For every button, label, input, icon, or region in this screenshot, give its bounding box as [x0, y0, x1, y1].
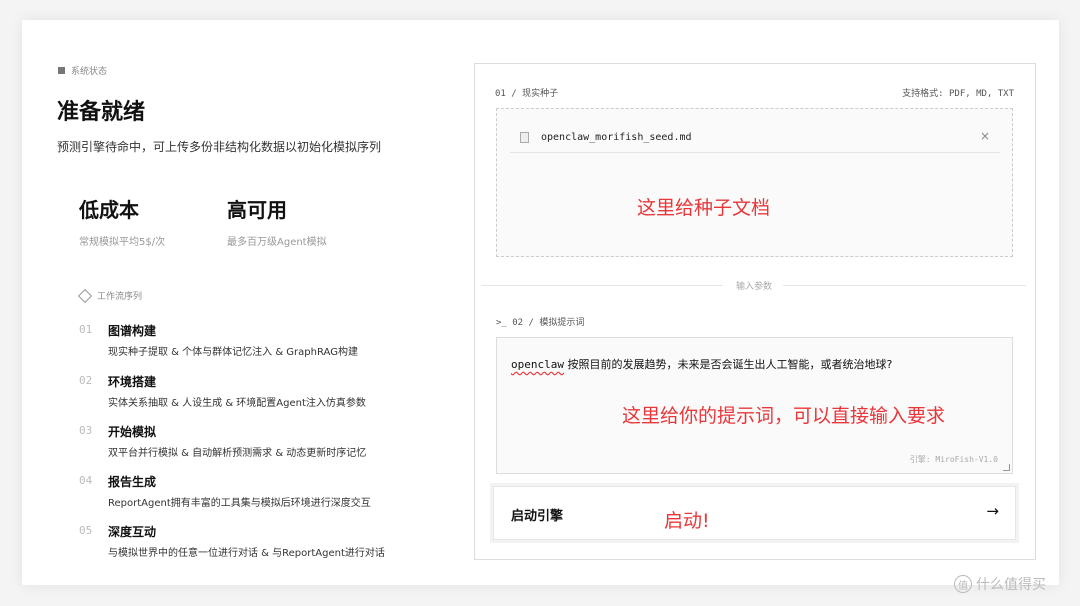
square-icon: [58, 67, 65, 74]
prompt-keyword: openclaw: [511, 358, 564, 371]
step-desc: 现实种子提取 & 个体与群体记忆注入 & GraphRAG构建: [108, 347, 358, 358]
feature-sub: 最多百万级Agent模拟: [227, 237, 327, 248]
step-title: 报告生成: [108, 475, 157, 489]
prompt-annotation: 这里给你的提示词，可以直接输入要求: [622, 405, 946, 427]
step-number: 05: [79, 524, 93, 537]
seed-section-label: 01 / 现实种子: [495, 89, 559, 99]
step-title: 图谱构建: [108, 324, 157, 338]
start-engine-button[interactable]: 启动引擎 →: [493, 486, 1016, 540]
step-title: 开始模拟: [108, 425, 157, 439]
page-title: 准备就绪: [57, 100, 146, 125]
step-number: 01: [79, 323, 93, 336]
input-params-divider: 输入参数: [736, 282, 773, 292]
start-engine-label: 启动引擎: [511, 509, 564, 524]
feature-sub: 常规模拟平均5$/次: [79, 237, 166, 248]
step-title: 深度互动: [108, 525, 157, 539]
step-number: 03: [79, 424, 93, 437]
resize-handle-icon[interactable]: [1003, 464, 1010, 471]
diamond-icon: [77, 288, 93, 303]
uploaded-file-row: openclaw_morifish_seed.md ×: [510, 122, 1000, 153]
system-status-label: 系统状态: [58, 64, 107, 77]
feature-high-availability: 高可用 最多百万级Agent模拟: [227, 194, 327, 248]
step-number: 04: [79, 474, 93, 487]
remove-file-icon[interactable]: ×: [980, 129, 990, 143]
step-title: 环境搭建: [108, 375, 157, 389]
supported-formats: 支持格式: PDF, MD, TXT: [902, 89, 1014, 99]
prompt-text: 按照目前的发展趋势，未来是否会诞生出人工智能，或者统治地球?: [563, 358, 893, 371]
step-desc: 实体关系抽取 & 人设生成 & 环境配置Agent注入仿真参数: [108, 398, 366, 409]
divider-left: [481, 285, 723, 286]
workflow-label: 工作流序列: [77, 288, 142, 303]
feature-low-cost: 低成本 常规模拟平均5$/次: [79, 194, 165, 248]
step-desc: 与模拟世界中的任意一位进行对话 & 与ReportAgent进行对话: [108, 548, 385, 559]
step-desc: ReportAgent拥有丰富的工具集与模拟后环境进行深度交互: [108, 498, 371, 509]
watermark: 值 什么值得买: [954, 574, 1046, 594]
watermark-logo-icon: 值: [954, 575, 972, 593]
feature-title: 低成本: [79, 198, 139, 222]
start-annotation: 启动!: [664, 510, 710, 532]
step-desc: 双平台并行模拟 & 自动解析预测需求 & 动态更新时序记忆: [108, 448, 367, 459]
feature-title: 高可用: [227, 198, 287, 222]
file-name: openclaw_morifish_seed.md: [541, 131, 692, 143]
step-number: 02: [79, 374, 93, 387]
divider-right: [783, 285, 1026, 286]
page-subtitle: 预测引擎待命中，可上传多份非结构化数据以初始化模拟序列: [57, 140, 382, 154]
arrow-right-icon: →: [986, 502, 999, 520]
file-icon: [520, 131, 529, 143]
seed-annotation: 这里给种子文档: [637, 197, 771, 219]
engine-tag: 引擎: MiroFish-V1.0: [909, 455, 998, 464]
prompt-section-label: >_ 02 / 模拟提示词: [496, 318, 585, 328]
